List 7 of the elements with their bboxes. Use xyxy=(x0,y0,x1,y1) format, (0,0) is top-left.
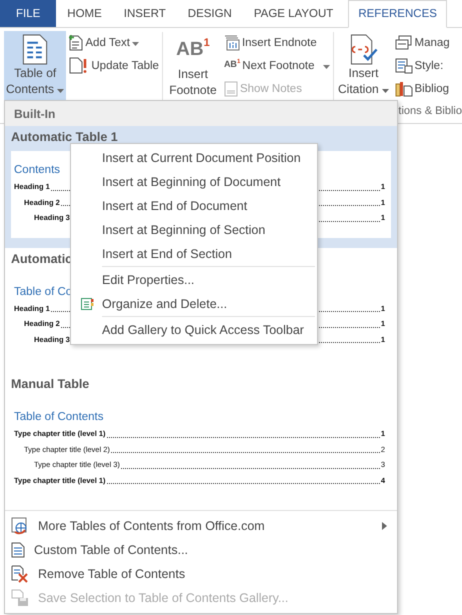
toc-preview-heading: Table of Contents xyxy=(14,410,105,424)
toc-preview-heading: Contents xyxy=(14,163,62,177)
gallery-item-title: Manual Table xyxy=(11,376,90,393)
gallery-header: Built-In xyxy=(5,101,397,126)
group-label: tions & Biblio xyxy=(397,105,462,119)
gallery-item-title: Automatic xyxy=(11,250,72,268)
gallery-item-title: Automatic Table 1 xyxy=(11,129,118,146)
